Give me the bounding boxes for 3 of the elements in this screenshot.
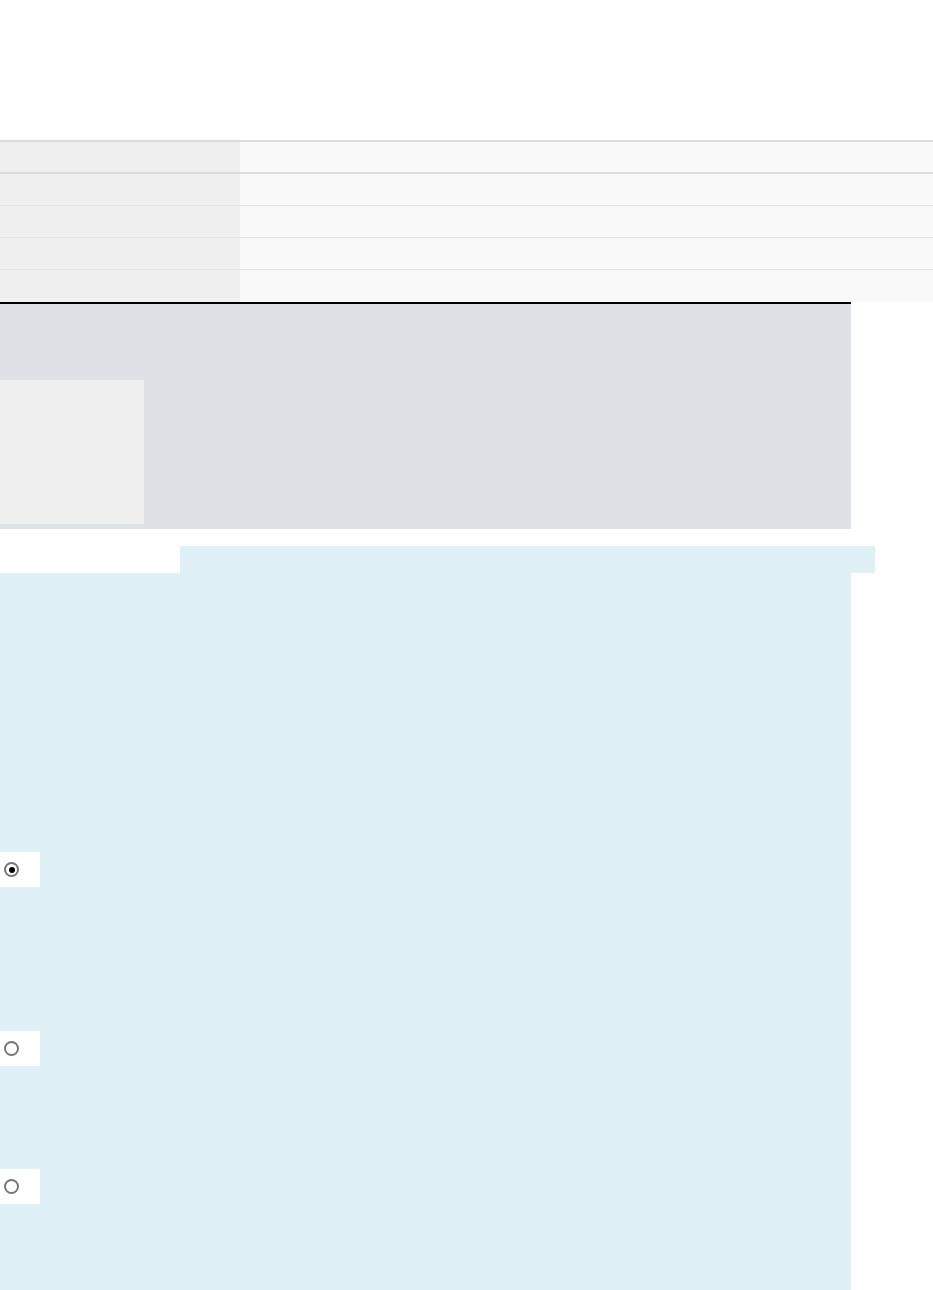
radio-button[interactable] [4, 1179, 19, 1194]
radio-button[interactable] [4, 1041, 19, 1056]
radio-button[interactable] [4, 862, 19, 877]
